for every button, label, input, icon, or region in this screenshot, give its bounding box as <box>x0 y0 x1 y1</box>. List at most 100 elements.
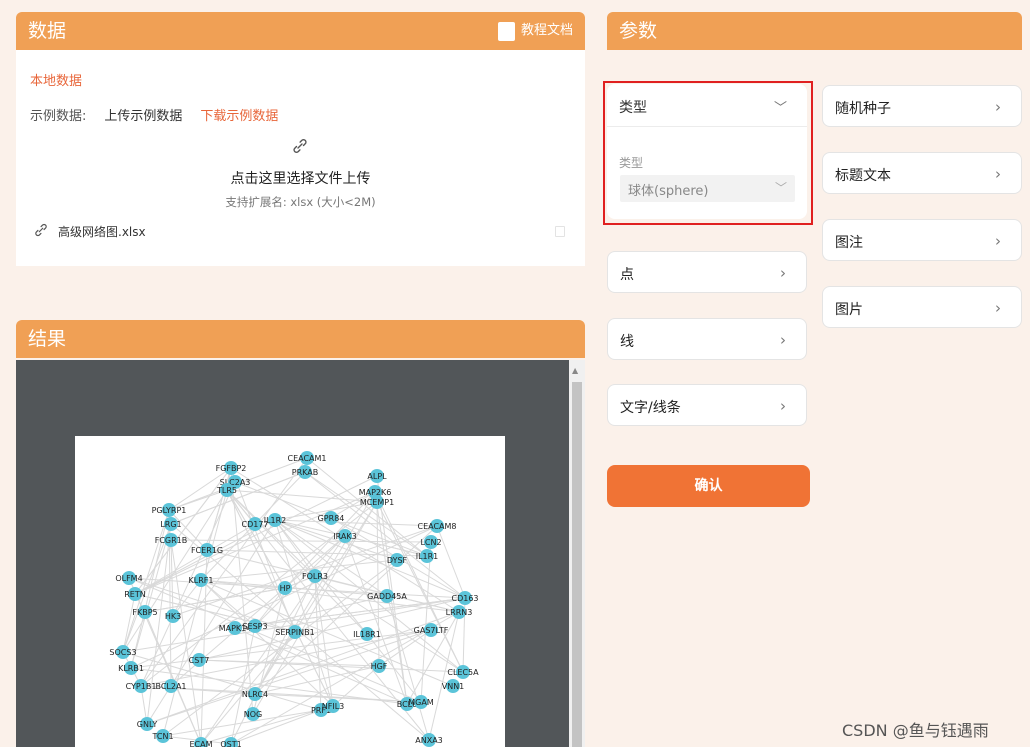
vertical-scrollbar[interactable]: ▲ <box>569 360 585 747</box>
data-panel-body: 本地数据 示例数据: 上传示例数据 下载示例数据 点击这里选择文件上传 支持扩展… <box>16 50 585 266</box>
network-node-label: LRG1 <box>160 520 181 529</box>
highlight-box <box>603 81 813 225</box>
sample-data-row: 示例数据: 上传示例数据 下载示例数据 <box>30 105 278 124</box>
section-label: 点 <box>620 267 634 283</box>
chevron-right-icon: › <box>995 299 1001 317</box>
section-lines[interactable]: 线 › <box>607 318 807 360</box>
network-node-label: ANXA3 <box>415 736 443 745</box>
network-node-label: KLRF1 <box>189 576 214 585</box>
upload-prompt[interactable]: 点击这里选择文件上传 <box>16 168 585 188</box>
params-panel-header: 参数 <box>607 12 1022 50</box>
network-node-label: TLR5 <box>216 486 237 495</box>
network-edge <box>420 541 432 703</box>
upload-hint: 支持扩展名: xlsx (大小<2M) <box>225 195 376 209</box>
section-image[interactable]: 图片 › <box>822 286 1022 328</box>
uploaded-file-item[interactable]: 高级网络图.xlsx <box>34 223 146 240</box>
network-node-label: DYSF <box>387 556 408 565</box>
network-node-label: FCER1G <box>191 546 223 555</box>
chevron-right-icon: › <box>995 165 1001 183</box>
network-node-label: CST7 <box>189 656 210 665</box>
section-label: 图注 <box>835 235 863 251</box>
pdf-icon <box>497 21 515 65</box>
data-panel-header: 数据 教程文档 <box>16 12 585 65</box>
network-node-label: NOG <box>244 710 262 719</box>
download-sample-link[interactable]: 下载示例数据 <box>200 105 278 124</box>
network-node-label: FKBP5 <box>132 608 157 617</box>
network-figure: CEACAM1 FGFBP2 PRKAB SLC2A3 TLR5 ALPL MAP2K6 MC… <box>75 436 505 747</box>
watermark: CSDN @鱼与钰遇雨 <box>842 721 989 740</box>
network-node-label: OST1 <box>220 740 241 747</box>
chevron-right-icon: › <box>780 397 786 415</box>
network-node-label: IL1R1 <box>416 552 439 561</box>
network-node-label: KLRB1 <box>118 664 144 673</box>
tutorial-doc-link[interactable]: 教程文档 <box>497 12 573 65</box>
network-node-label: BCL2A1 <box>155 682 186 691</box>
result-panel-title: 结果 <box>28 328 67 350</box>
network-node-label: LCN2 <box>420 538 441 547</box>
network-node-label: FGFBP2 <box>216 464 247 473</box>
network-edge <box>226 489 286 589</box>
network-node-label: GADD45A <box>367 592 407 601</box>
link-icon <box>34 223 48 240</box>
trash-icon[interactable] <box>555 226 565 237</box>
data-panel-title: 数据 <box>28 20 67 42</box>
tutorial-doc-label: 教程文档 <box>520 23 573 38</box>
network-edge <box>172 525 438 617</box>
scroll-thumb[interactable] <box>572 382 582 747</box>
result-viewer: CEACAM1 FGFBP2 PRKAB SLC2A3 TLR5 ALPL MAP2K6 MC… <box>16 360 585 747</box>
network-node-label: PRKAB <box>292 468 318 477</box>
network-edge <box>198 659 380 667</box>
network-node-label: HGF <box>371 662 388 671</box>
section-label: 文字/线条 <box>620 400 681 416</box>
section-label: 随机种子 <box>835 101 891 117</box>
section-random-seed[interactable]: 随机种子 › <box>822 85 1022 127</box>
section-title-text[interactable]: 标题文本 › <box>822 152 1022 194</box>
network-node-label: MGAM <box>408 698 434 707</box>
network-node-label: IRAK3 <box>333 532 356 541</box>
network-node-label: FCGR1B <box>155 536 188 545</box>
network-edge <box>254 665 380 695</box>
network-edge <box>226 489 378 503</box>
file-name: 高级网络图.xlsx <box>58 225 146 239</box>
network-node-label: MCEMP1 <box>360 498 394 507</box>
network-node-label: FOLR3 <box>302 572 328 581</box>
network-node-label: SESP3 <box>242 622 267 631</box>
confirm-button[interactable]: 确认 <box>607 465 810 507</box>
section-text-lines[interactable]: 文字/线条 › <box>607 384 807 426</box>
chevron-right-icon: › <box>995 232 1001 250</box>
result-panel-header: 结果 <box>16 320 585 358</box>
network-node-label: GNLY <box>137 720 158 729</box>
network-node-label: VNN1 <box>442 682 465 691</box>
network-node-label: SOCS3 <box>109 648 136 657</box>
link-icon[interactable] <box>292 138 308 158</box>
scroll-up-arrow-icon[interactable]: ▲ <box>572 366 578 375</box>
network-node-label: IL1R2 <box>264 516 287 525</box>
network-node-label: GAS7LTF <box>414 626 449 635</box>
chevron-right-icon: › <box>780 264 786 282</box>
network-node-label: GPR84 <box>318 514 345 523</box>
local-data-tab[interactable]: 本地数据 <box>30 70 82 89</box>
section-label: 线 <box>620 334 634 350</box>
chevron-right-icon: › <box>780 331 786 349</box>
network-node-label: HP <box>280 584 291 593</box>
section-label: 标题文本 <box>835 168 891 184</box>
network-node-label: LRRN3 <box>446 608 473 617</box>
network-graph: CEACAM1FGFBP2 PRKABSLC2A3TLR5ALPLMAP2K6MC… <box>109 451 479 747</box>
network-node-label: TCN1 <box>151 732 173 741</box>
network-node-label: RETN <box>124 590 146 599</box>
network-node-label: ECAM <box>189 740 212 747</box>
chevron-right-icon: › <box>995 98 1001 116</box>
network-node-label: CEACAM1 <box>287 454 326 463</box>
network-node-label: HK3 <box>165 612 181 621</box>
upload-sample-link[interactable]: 上传示例数据 <box>104 105 182 124</box>
section-legend[interactable]: 图注 › <box>822 219 1022 261</box>
network-node-label: CEACAM8 <box>417 522 456 531</box>
section-label: 图片 <box>835 302 863 318</box>
network-node-label: IL18R1 <box>353 630 381 639</box>
network-node-label: OLFM4 <box>115 574 142 583</box>
section-points[interactable]: 点 › <box>607 251 807 293</box>
network-node-label: NLRC4 <box>242 690 268 699</box>
network-node-label: CD163 <box>451 594 478 603</box>
network-node-label: CLEC5A <box>447 668 479 677</box>
network-node-label: PGLYRP1 <box>152 506 187 515</box>
